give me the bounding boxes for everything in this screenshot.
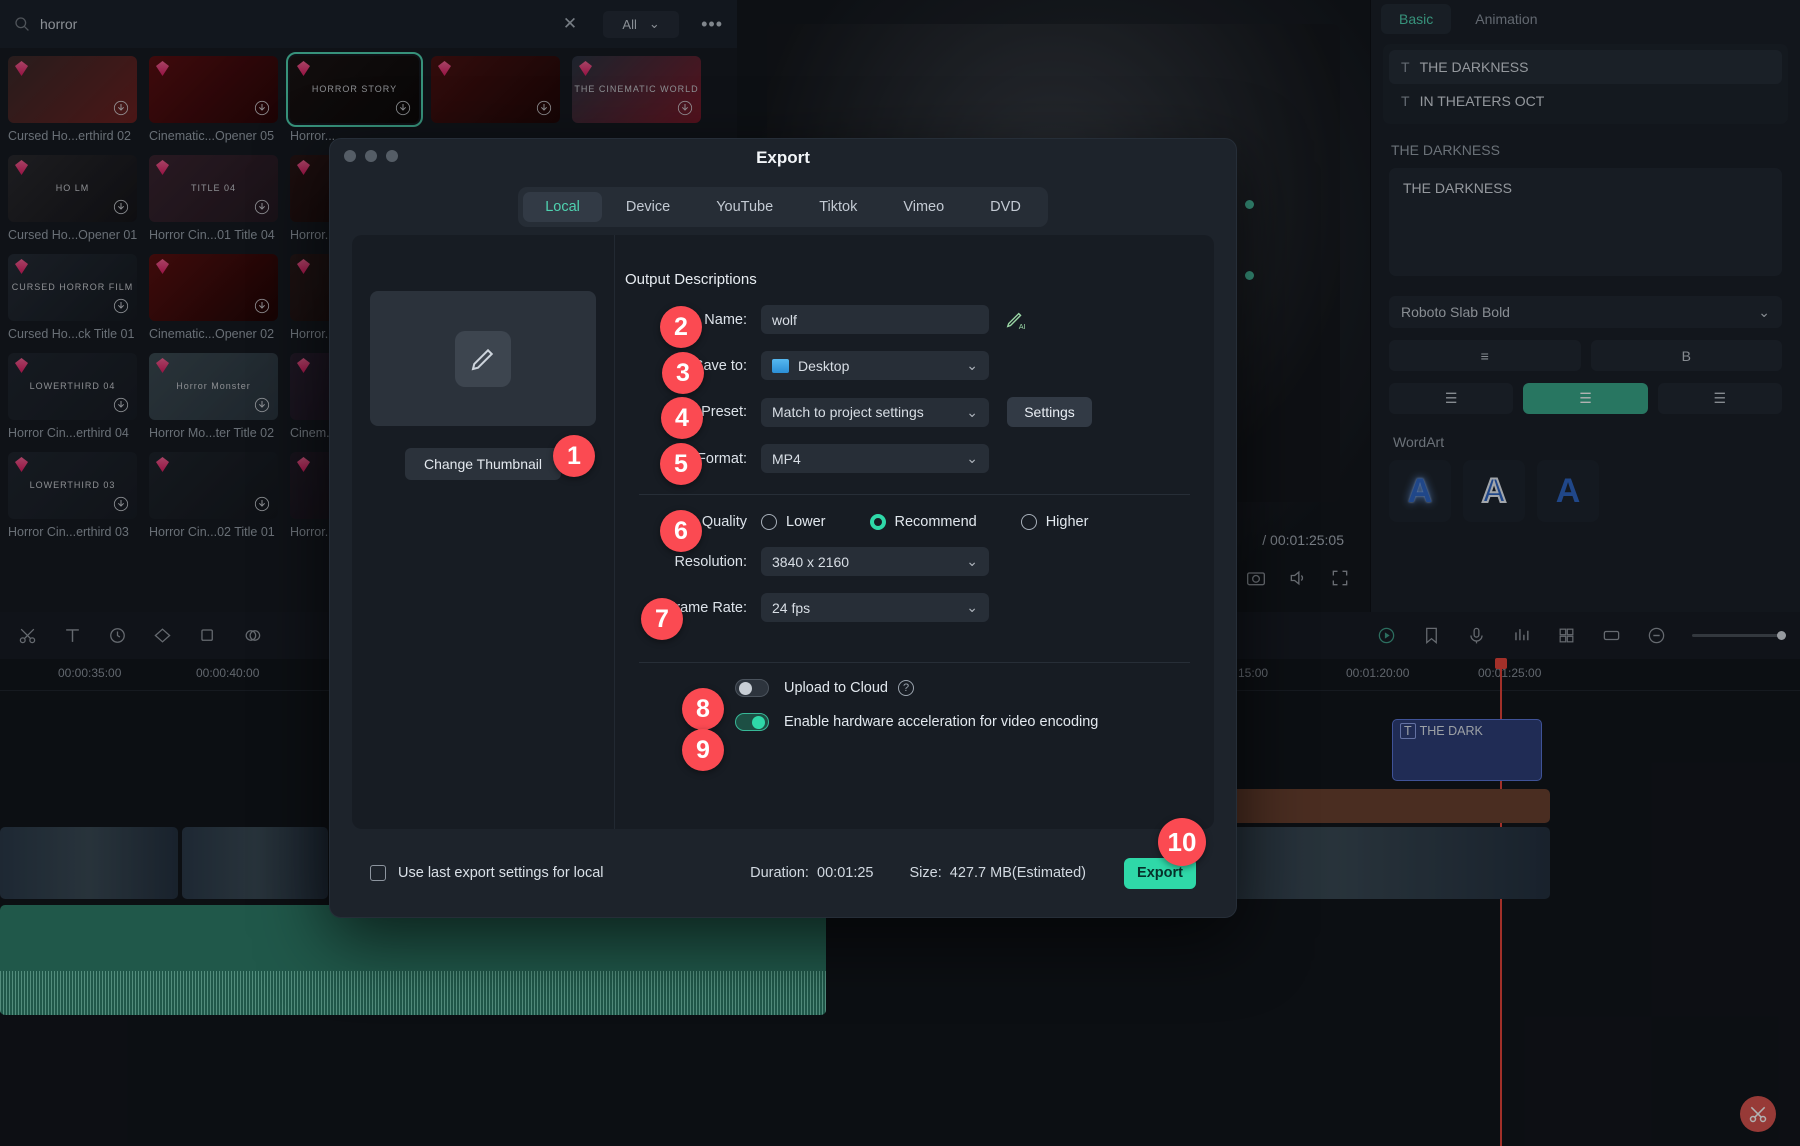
preset-row: Preset: Match to project settings ⌄ Sett… [615,397,1214,427]
quality-option-higher[interactable]: Higher [1021,514,1089,530]
radio-icon [1021,514,1037,530]
thumbnail-preview[interactable] [370,291,596,426]
format-value: MP4 [772,451,801,467]
callout-badge-3: 3 [662,352,704,394]
ai-pen-icon[interactable]: AI [1005,309,1027,331]
duration-info: Duration: 00:01:25 [750,865,873,881]
tab-local[interactable]: Local [523,192,602,222]
quality-option-label: Lower [786,514,826,530]
size-label: Size: [909,865,941,881]
chevron-down-icon: ⌄ [966,553,978,570]
tab-device[interactable]: Device [604,192,692,222]
size-info: Size: 427.7 MB(Estimated) [909,865,1086,881]
quality-row: Quality Lower Recommend Higher [615,514,1214,530]
folder-icon [772,359,789,373]
hardware-acceleration-toggle[interactable] [735,713,769,731]
svg-text:AI: AI [1019,322,1026,331]
toggle-knob [739,682,752,695]
use-last-settings-label: Use last export settings for local [398,865,604,881]
tab-tiktok[interactable]: Tiktok [797,192,879,222]
frame-rate-dropdown[interactable]: 24 fps ⌄ [761,593,989,622]
resolution-dropdown[interactable]: 3840 x 2160 ⌄ [761,547,989,576]
use-last-settings-checkbox[interactable] [370,865,386,881]
frame-rate-label: Frame Rate: [615,600,761,616]
callout-badge-2: 2 [660,306,702,348]
export-dialog-footer: Use last export settings for local Durat… [330,829,1236,917]
export-dialog-body: Change Thumbnail Output Descriptions Nam… [352,235,1214,829]
help-icon[interactable]: ? [898,680,914,696]
hardware-acceleration-label: Enable hardware acceleration for video e… [784,714,1098,730]
preset-value: Match to project settings [772,404,924,420]
app-root: horror ✕ All ⌄ ••• Cursed Ho...erthird 0… [0,0,1800,1146]
duration-label: Duration: [750,865,809,881]
upload-to-cloud-toggle[interactable] [735,679,769,697]
tab-vimeo[interactable]: Vimeo [881,192,966,222]
tab-dvd[interactable]: DVD [968,192,1043,222]
output-descriptions-title: Output Descriptions [625,271,1214,288]
quality-option-lower[interactable]: Lower [761,514,826,530]
callout-badge-10: 10 [1158,818,1206,866]
callout-badge-1: 1 [553,435,595,477]
change-thumbnail-button[interactable]: Change Thumbnail [405,448,561,480]
toggle-knob [752,716,765,729]
format-dropdown[interactable]: MP4 ⌄ [761,444,989,473]
divider-1 [639,494,1190,495]
callout-badge-8: 8 [682,688,724,730]
footer-info: Duration: 00:01:25 Size: 427.7 MB(Estima… [750,865,1086,881]
tab-youtube[interactable]: YouTube [694,192,795,222]
frame-rate-value: 24 fps [772,600,810,616]
resolution-value: 3840 x 2160 [772,554,849,570]
pencil-icon [455,331,511,387]
save-to-value: Desktop [798,358,849,374]
thumbnail-column: Change Thumbnail [352,235,615,829]
hardware-acceleration-row: Enable hardware acceleration for video e… [735,713,1214,731]
chevron-down-icon: ⌄ [966,599,978,616]
export-dialog-title: Export [330,148,1236,168]
chevron-down-icon: ⌄ [966,404,978,421]
name-row: Name: wolf AI [615,305,1214,334]
save-to-row: Save to: Desktop ⌄ [615,351,1214,380]
format-row: Format: MP4 ⌄ [615,444,1214,473]
duration-value: 00:01:25 [817,865,873,881]
upload-to-cloud-label: Upload to Cloud [784,680,888,696]
callout-badge-9: 9 [682,729,724,771]
export-tabs: Local Device YouTube Tiktok Vimeo DVD [518,187,1048,227]
export-tabs-wrap: Local Device YouTube Tiktok Vimeo DVD [330,187,1236,227]
resolution-label: Resolution: [615,554,761,570]
resolution-row: Resolution: 3840 x 2160 ⌄ [615,547,1214,576]
quality-option-label: Higher [1046,514,1089,530]
callout-badge-4: 4 [661,397,703,439]
chevron-down-icon: ⌄ [966,357,978,374]
export-dialog-titlebar: Export [330,139,1236,181]
upload-to-cloud-row: Upload to Cloud ? [735,679,1214,697]
radio-icon-selected [870,514,886,530]
save-to-dropdown[interactable]: Desktop ⌄ [761,351,989,380]
callout-badge-7: 7 [641,598,683,640]
quality-option-recommend[interactable]: Recommend [870,514,977,530]
quality-option-label: Recommend [895,514,977,530]
export-dialog: Export Local Device YouTube Tiktok Vimeo… [329,138,1237,918]
chevron-down-icon: ⌄ [966,450,978,467]
callout-badge-5: 5 [660,443,702,485]
preset-settings-button[interactable]: Settings [1007,397,1092,427]
callout-badge-6: 6 [660,510,702,552]
size-value: 427.7 MB(Estimated) [950,865,1086,881]
radio-icon [761,514,777,530]
divider-2 [639,662,1190,663]
preset-dropdown[interactable]: Match to project settings ⌄ [761,398,989,427]
name-input[interactable]: wolf [761,305,989,334]
frame-rate-row: Frame Rate: 24 fps ⌄ [615,593,1214,622]
